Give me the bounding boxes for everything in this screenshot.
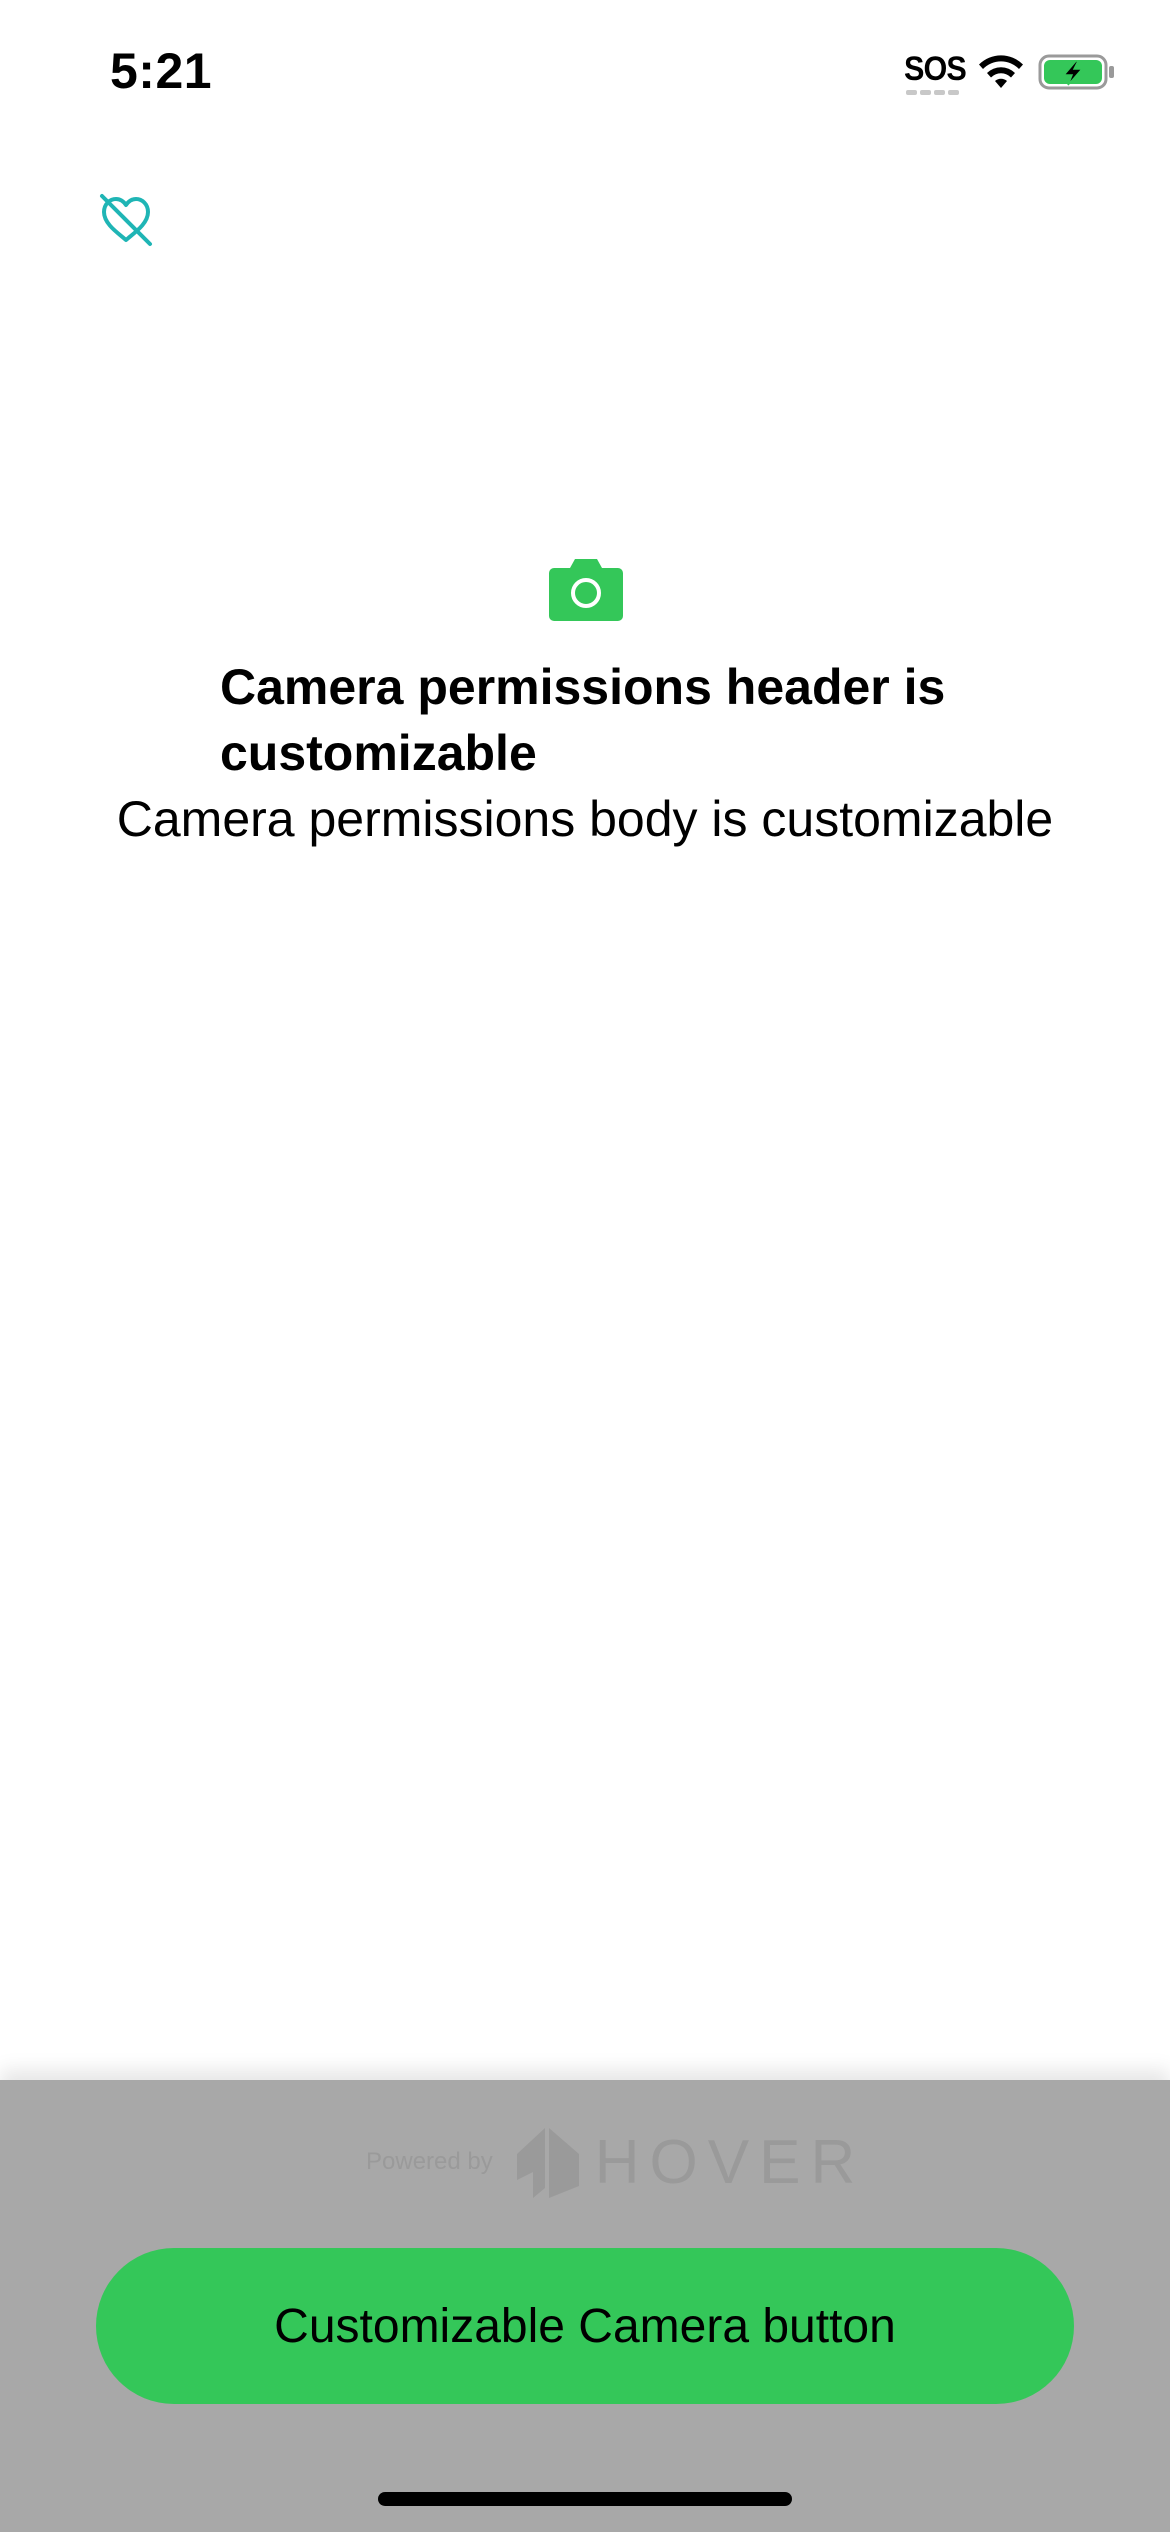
bottom-sheet: Powered by HOVER Customizable Camera but… [0,2080,1170,2532]
powered-by-label: Powered by [366,2148,493,2175]
status-bar: 5:21 SOS [0,0,1170,150]
hover-house-logo-icon [516,2128,579,2198]
permissions-body: Camera permissions body is customizable [116,791,1054,847]
camera-permissions-screen: 5:21 SOS Camera permissions header is cu… [0,0,1170,2532]
sos-label: SOS [904,50,967,88]
home-indicator[interactable] [378,2492,792,2506]
powered-by-row: Powered by HOVER [366,2122,865,2202]
signal-dots [906,90,959,95]
wifi-icon [979,55,1023,88]
hover-brand-text: HOVER [594,2127,866,2197]
camera-button[interactable]: Customizable Camera button [96,2248,1074,2404]
status-time: 5:21 [110,43,213,99]
camera-icon [549,559,623,621]
heart-slash-icon[interactable] [96,190,156,250]
sos-indicator: SOS [904,50,967,98]
battery-charging-icon [1038,54,1114,90]
permissions-header: Camera permissions header is customizabl… [220,659,946,781]
